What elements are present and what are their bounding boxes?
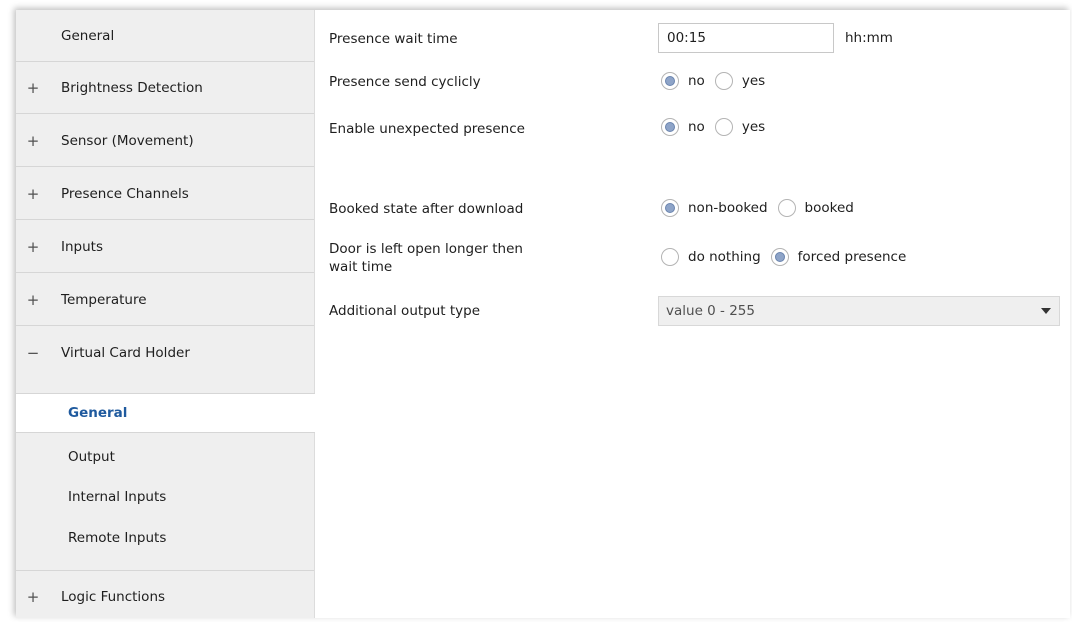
sidebar-item-virtual-card-holder[interactable]: − Virtual Card Holder: [16, 327, 314, 379]
radio-label: yes: [741, 119, 766, 135]
enable-unexpected-presence-label: Enable unexpected presence: [329, 121, 525, 137]
presence-wait-time-input[interactable]: [658, 23, 834, 53]
booked-state-label: Booked state after download: [329, 201, 524, 217]
door-left-open-label-line1: Door is left open longer then: [329, 241, 523, 257]
radio-non-booked[interactable]: non-booked: [661, 199, 768, 217]
radio-unselected-icon[interactable]: [714, 118, 733, 136]
sidebar-item-inputs[interactable]: + Inputs: [16, 221, 314, 273]
presence-send-cyclicly-label: Presence send cyclicly: [329, 74, 481, 90]
sub-item-list: General Output Internal Inputs Remote In…: [16, 383, 316, 570]
enable-unexpected-presence-radio-group: no yes: [661, 118, 775, 136]
radio-booked[interactable]: booked: [777, 199, 854, 217]
radio-label: no: [688, 119, 705, 135]
radio-selected-icon[interactable]: [661, 72, 679, 90]
radio-label: non-booked: [688, 200, 768, 216]
time-unit-label: hh:mm: [845, 30, 893, 46]
radio-selected-icon[interactable]: [661, 199, 679, 217]
additional-output-type-label: Additional output type: [329, 303, 481, 319]
sidebar-item-label: Logic Functions: [61, 588, 166, 605]
radio-label: no: [688, 73, 705, 89]
sub-item-internal-inputs[interactable]: Internal Inputs: [16, 477, 314, 517]
chevron-down-icon[interactable]: [1041, 308, 1051, 314]
expand-icon[interactable]: +: [26, 291, 40, 309]
sub-item-label: Internal Inputs: [68, 489, 167, 505]
radio-selected-icon[interactable]: [770, 248, 789, 266]
radio-label: yes: [741, 73, 766, 89]
sidebar-item-brightness-detection[interactable]: + Brightness Detection: [16, 62, 314, 114]
sub-item-label: General: [68, 405, 128, 421]
radio-yes[interactable]: yes: [714, 72, 766, 90]
radio-yes[interactable]: yes: [714, 118, 766, 136]
window: General + Brightness Detection + Sensor …: [16, 10, 1070, 618]
radio-do-nothing[interactable]: do nothing: [661, 248, 761, 266]
sidebar-item-label: Sensor (Movement): [61, 132, 194, 149]
sub-item-general[interactable]: General: [16, 393, 316, 433]
sidebar-item-presence-channels[interactable]: + Presence Channels: [16, 168, 314, 220]
sidebar-item-logic-functions[interactable]: + Logic Functions: [16, 570, 314, 622]
booked-state-radio-group: non-booked booked: [661, 199, 864, 217]
parameter-panel: Presence wait time hh:mm Presence send c…: [315, 10, 1070, 618]
sidebar-item-label: Brightness Detection: [61, 79, 203, 96]
radio-unselected-icon[interactable]: [777, 199, 796, 217]
sidebar-item-label: Virtual Card Holder: [61, 345, 190, 361]
sidebar-item-general[interactable]: General: [16, 10, 314, 62]
sub-item-label: Output: [68, 449, 115, 465]
sidebar-item-temperature[interactable]: + Temperature: [16, 274, 314, 326]
sidebar-item-label: Inputs: [61, 238, 103, 255]
sidebar: General + Brightness Detection + Sensor …: [16, 10, 316, 618]
radio-unselected-icon[interactable]: [714, 72, 733, 90]
radio-selected-icon[interactable]: [661, 118, 679, 136]
sidebar-item-label: Temperature: [61, 291, 147, 308]
sub-item-output[interactable]: Output: [16, 437, 314, 477]
additional-output-type-select[interactable]: value 0 - 255: [658, 296, 1060, 326]
presence-send-cyclicly-radio-group: no yes: [661, 72, 775, 90]
sidebar-item-sensor-movement[interactable]: + Sensor (Movement): [16, 115, 314, 167]
sidebar-item-label: Presence Channels: [61, 185, 189, 202]
collapse-icon[interactable]: −: [26, 344, 40, 362]
radio-unselected-icon[interactable]: [661, 248, 679, 266]
radio-forced-presence[interactable]: forced presence: [770, 248, 907, 266]
radio-label: booked: [804, 200, 854, 216]
radio-label: do nothing: [688, 249, 761, 265]
expand-icon[interactable]: +: [26, 238, 40, 256]
door-left-open-radio-group: do nothing forced presence: [661, 248, 916, 266]
expand-icon[interactable]: +: [26, 79, 40, 97]
radio-no[interactable]: no: [661, 72, 705, 90]
expand-icon[interactable]: +: [26, 588, 40, 606]
sub-item-label: Remote Inputs: [68, 530, 167, 546]
radio-no[interactable]: no: [661, 118, 705, 136]
radio-label: forced presence: [797, 249, 907, 265]
select-value: value 0 - 255: [666, 303, 755, 319]
expand-icon[interactable]: +: [26, 185, 40, 203]
door-left-open-label-line2: wait time: [329, 259, 393, 275]
sub-item-remote-inputs[interactable]: Remote Inputs: [16, 518, 314, 558]
sidebar-item-label: General: [61, 27, 115, 44]
expand-icon[interactable]: +: [26, 132, 40, 150]
presence-wait-time-label: Presence wait time: [329, 31, 458, 47]
